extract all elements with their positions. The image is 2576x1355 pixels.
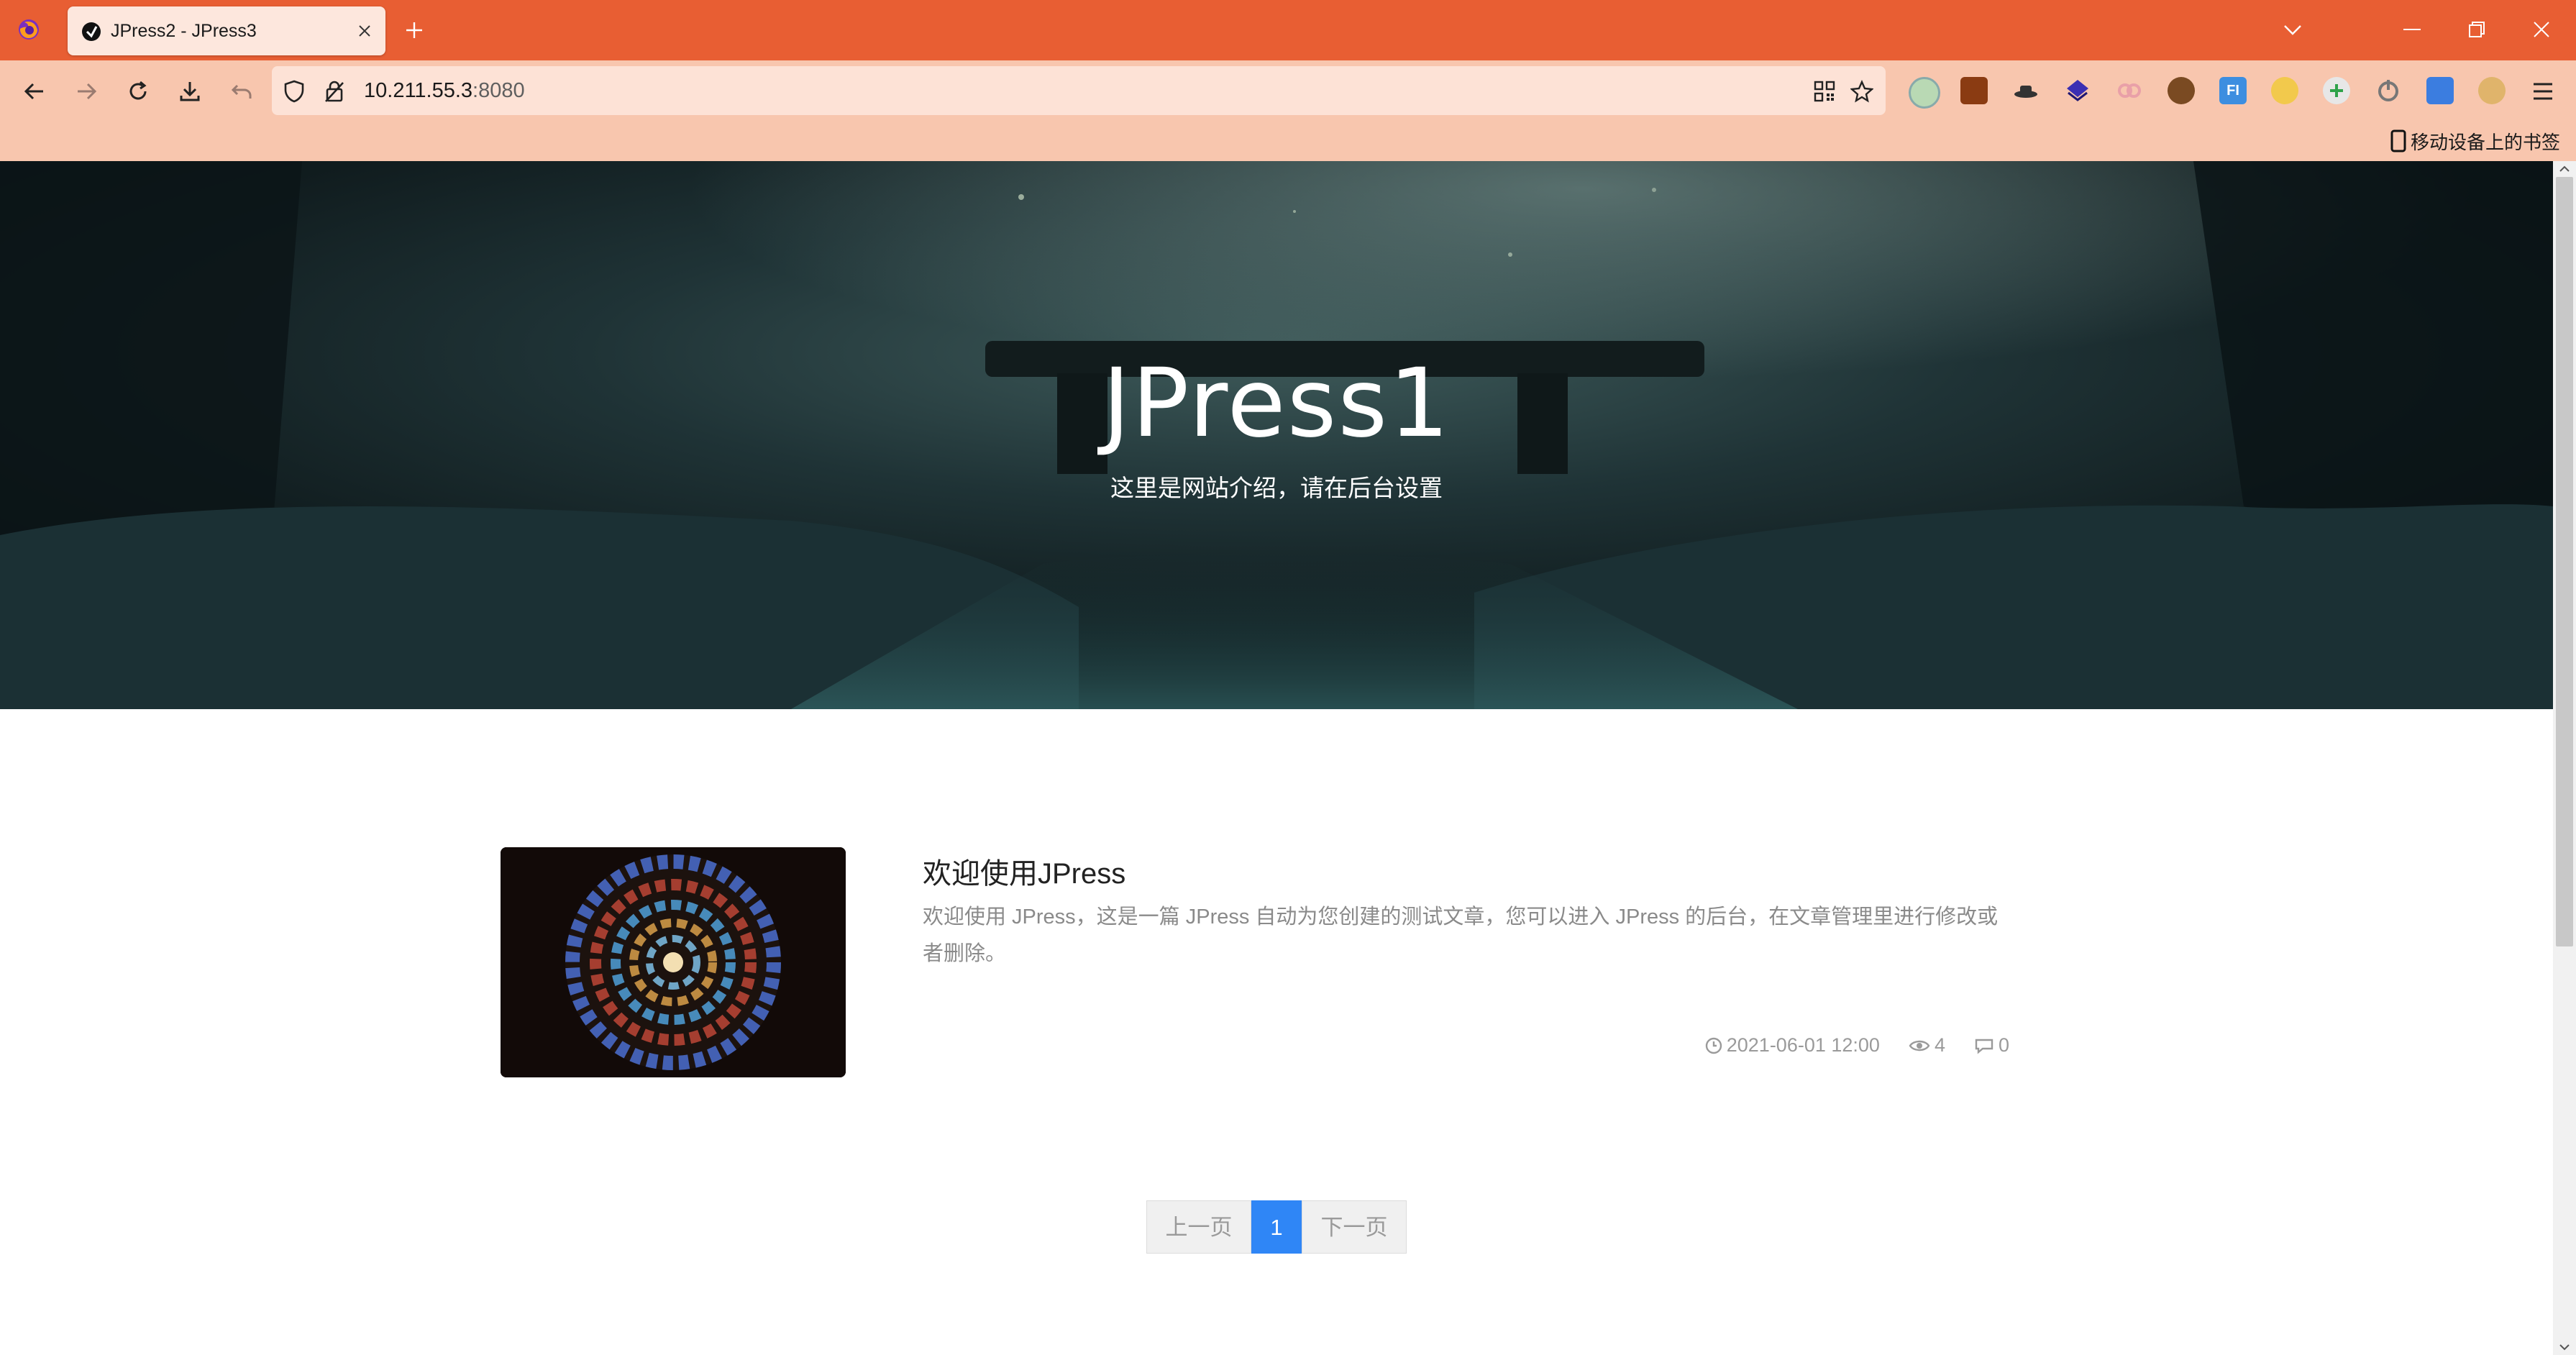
article-views-count: 4: [1934, 1034, 1945, 1056]
app-menu-icon[interactable]: [2527, 76, 2559, 107]
close-window-icon[interactable]: [2520, 13, 2563, 46]
extension-blue-doc-icon[interactable]: [2426, 77, 2454, 104]
article-date-text: 2021-06-01 12:00: [1726, 1034, 1880, 1056]
mobile-device-icon: [2390, 129, 2406, 152]
browser-tab-bar: JPress2 - JPress3: [0, 0, 2576, 60]
current-page-button[interactable]: 1: [1251, 1200, 1302, 1254]
extension-cookie-icon[interactable]: [2168, 77, 2195, 104]
insecure-lock-icon[interactable]: [322, 79, 347, 104]
url-host: 10.211.55.3: [364, 79, 473, 102]
article-title-link[interactable]: 欢迎使用JPress: [923, 850, 1125, 892]
extension-add-icon[interactable]: [2323, 77, 2350, 104]
list-all-tabs-icon[interactable]: [2278, 16, 2307, 45]
article-meta: 2021-06-01 12:00 4 0: [1700, 1034, 2009, 1057]
restore-icon[interactable]: [2455, 13, 2498, 46]
page-content: JPress1 这里是网站介绍，请在后台设置 欢迎使用JPress 欢迎使用 J…: [0, 161, 2553, 1355]
extension-pink-link-icon[interactable]: [2116, 77, 2143, 104]
article-views: 4: [1909, 1034, 1945, 1057]
reload-icon[interactable]: [122, 76, 154, 107]
new-tab-icon[interactable]: [400, 16, 429, 45]
vertical-scrollbar[interactable]: [2553, 161, 2576, 1355]
previous-page-button[interactable]: 上一页: [1146, 1200, 1251, 1254]
article-date: 2021-06-01 12:00: [1705, 1034, 1880, 1057]
navigation-toolbar: 10.211.55.3:8080 FI: [0, 60, 2576, 122]
scroll-down-arrow-icon[interactable]: [2553, 1339, 2576, 1355]
downloads-icon[interactable]: [174, 76, 206, 107]
firefox-menu-icon[interactable]: [14, 14, 43, 43]
site-title: JPress1: [1102, 348, 1451, 459]
hero-banner: JPress1 这里是网站介绍，请在后台设置: [0, 161, 2553, 709]
extension-layers-icon[interactable]: [2064, 77, 2091, 104]
extension-green-circle-icon[interactable]: [1909, 77, 1940, 109]
address-bar[interactable]: 10.211.55.3:8080: [272, 66, 1886, 115]
extension-fi-icon[interactable]: FI: [2219, 77, 2247, 104]
extension-brown-gear-icon[interactable]: [1960, 77, 1988, 104]
tracking-protection-shield-icon[interactable]: [282, 79, 306, 104]
stained-glass-spiral-image: [501, 847, 846, 1077]
undo-close-tab-icon[interactable]: [226, 76, 257, 107]
clock-icon: [1705, 1037, 1722, 1054]
extension-face-icon[interactable]: [2271, 77, 2298, 104]
tab-title: JPress2 - JPress3: [111, 21, 257, 41]
site-description: 这里是网站介绍，请在后台设置: [1110, 475, 1443, 501]
active-tab[interactable]: JPress2 - JPress3: [68, 6, 385, 55]
next-page-button[interactable]: 下一页: [1302, 1200, 1407, 1254]
pagination: 上一页 1 下一页: [1146, 1200, 1407, 1254]
scrollbar-thumb[interactable]: [2556, 177, 2573, 946]
scroll-up-arrow-icon[interactable]: [2553, 161, 2576, 177]
back-icon[interactable]: [19, 76, 50, 107]
article-thumbnail[interactable]: [501, 847, 846, 1077]
extension-avatar-icon[interactable]: [2478, 77, 2506, 104]
minimize-icon[interactable]: [2390, 13, 2434, 46]
mobile-bookmarks-folder[interactable]: 移动设备上的书签: [2390, 127, 2560, 155]
jpress-favicon-icon: [81, 21, 102, 42]
extension-hat-icon[interactable]: [2012, 77, 2040, 104]
extension-power-icon[interactable]: [2375, 77, 2402, 104]
qr-code-icon[interactable]: [1812, 79, 1837, 104]
mobile-bookmarks-label: 移动设备上的书签: [2410, 131, 2560, 153]
url-port: :8080: [472, 79, 525, 102]
eye-icon: [1909, 1040, 1930, 1051]
article-comments-count: 0: [1998, 1034, 2009, 1056]
article-list-item: 欢迎使用JPress 欢迎使用 JPress，这是一篇 JPress 自动为您创…: [501, 847, 2011, 1077]
comment-icon: [1975, 1039, 1993, 1054]
url-text[interactable]: 10.211.55.3:8080: [364, 66, 525, 115]
forward-icon[interactable]: [70, 76, 102, 107]
article-summary: 欢迎使用 JPress，这是一篇 JPress 自动为您创建的测试文章，您可以进…: [923, 905, 1999, 965]
article-comments: 0: [1974, 1034, 2009, 1057]
bookmark-star-icon[interactable]: [1850, 79, 1874, 104]
bookmarks-toolbar: 移动设备上的书签: [0, 122, 2576, 163]
close-tab-icon[interactable]: [354, 20, 375, 42]
